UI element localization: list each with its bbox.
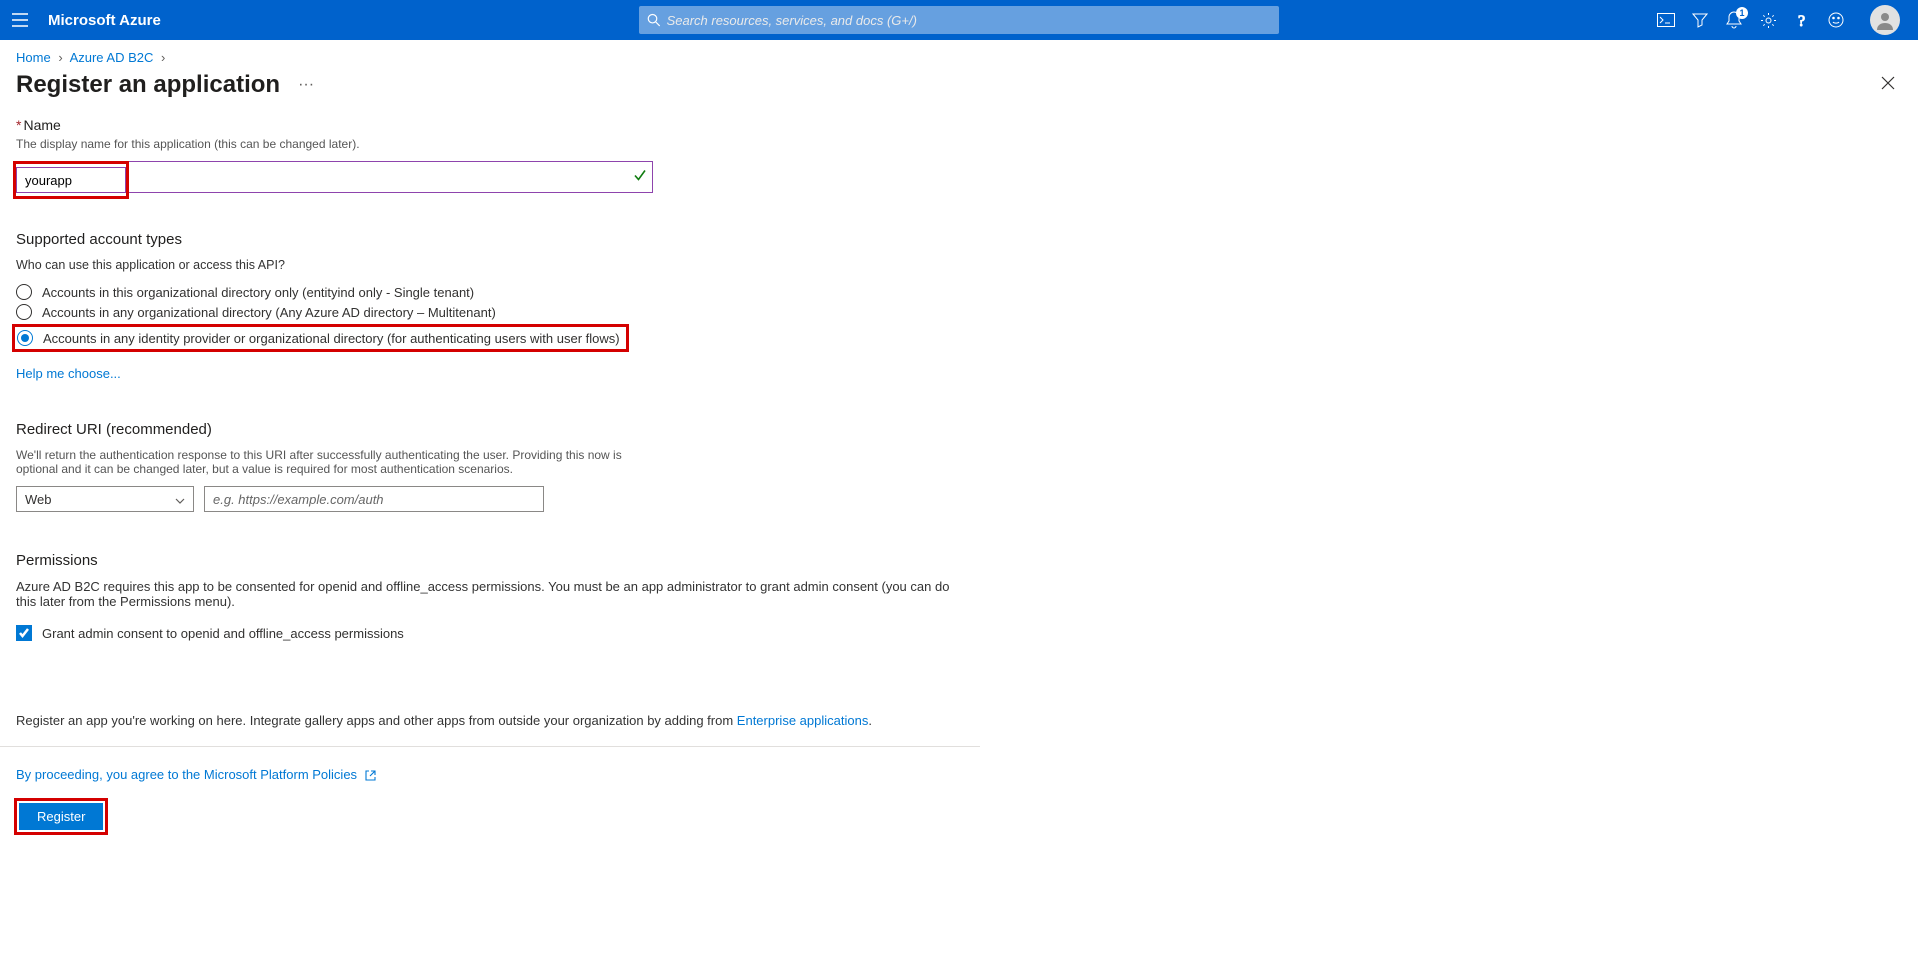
- external-link-icon: [365, 770, 376, 781]
- redirect-uri-input[interactable]: [204, 486, 544, 512]
- account-types-heading: Supported account types: [16, 231, 964, 248]
- svg-text:?: ?: [1798, 13, 1805, 28]
- hamburger-menu[interactable]: [0, 0, 40, 40]
- name-hint: The display name for this application (t…: [16, 137, 964, 151]
- register-button[interactable]: Register: [19, 803, 103, 830]
- platform-value: Web: [25, 492, 52, 507]
- highlight-radio-idp: Accounts in any identity provider or org…: [12, 324, 629, 352]
- breadcrumb: Home › Azure AD B2C ›: [0, 40, 1918, 65]
- page-header: Register an application ···: [0, 65, 1918, 117]
- enterprise-apps-link[interactable]: Enterprise applications: [737, 713, 869, 728]
- header-icons: 1 ?: [1656, 5, 1900, 35]
- brand-label: Microsoft Azure: [48, 12, 161, 29]
- form-body: *Name The display name for this applicat…: [0, 117, 980, 851]
- more-actions-icon[interactable]: ···: [298, 76, 314, 94]
- radio-multitenant[interactable]: Accounts in any organizational directory…: [16, 304, 964, 320]
- cloud-shell-icon[interactable]: [1656, 10, 1676, 30]
- divider: [0, 746, 980, 747]
- search-container: [639, 6, 1279, 34]
- radio-label: Accounts in any identity provider or org…: [43, 331, 620, 346]
- name-label: *Name: [16, 117, 964, 133]
- radio-any-idp[interactable]: Accounts in any identity provider or org…: [17, 330, 620, 346]
- app-name-input[interactable]: [16, 167, 126, 193]
- permissions-desc: Azure AD B2C requires this app to be con…: [16, 579, 964, 609]
- radio-single-tenant[interactable]: Accounts in this organizational director…: [16, 284, 964, 300]
- checkbox-label: Grant admin consent to openid and offlin…: [42, 626, 404, 641]
- radio-label: Accounts in any organizational directory…: [42, 305, 496, 320]
- app-name-input-extended[interactable]: [129, 161, 653, 193]
- radio-icon: [16, 284, 32, 300]
- policy-line: By proceeding, you agree to the Microsof…: [16, 767, 964, 782]
- settings-icon[interactable]: [1758, 10, 1778, 30]
- breadcrumb-azure-ad-b2c[interactable]: Azure AD B2C: [70, 50, 154, 65]
- user-avatar[interactable]: [1870, 5, 1900, 35]
- account-types-subheading: Who can use this application or access t…: [16, 258, 964, 272]
- redirect-row: Web: [16, 486, 964, 512]
- platform-policies-link[interactable]: By proceeding, you agree to the Microsof…: [16, 767, 357, 782]
- radio-label: Accounts in this organizational director…: [42, 285, 474, 300]
- notification-badge: 1: [1736, 7, 1748, 19]
- radio-icon-selected: [17, 330, 33, 346]
- permissions-heading: Permissions: [16, 552, 964, 569]
- page-title: Register an application: [16, 71, 280, 99]
- check-icon: [633, 169, 647, 186]
- notifications-icon[interactable]: 1: [1724, 10, 1744, 30]
- help-icon[interactable]: ?: [1792, 10, 1812, 30]
- redirect-hint: We'll return the authentication response…: [16, 448, 656, 476]
- top-header: Microsoft Azure 1 ?: [0, 0, 1918, 40]
- radio-icon: [16, 304, 32, 320]
- checkbox-checked-icon: [16, 625, 32, 641]
- search-input[interactable]: [667, 13, 1271, 28]
- close-blade-button[interactable]: [1874, 69, 1902, 97]
- feedback-icon[interactable]: [1826, 10, 1846, 30]
- platform-select[interactable]: Web: [16, 486, 194, 512]
- redirect-heading: Redirect URI (recommended): [16, 421, 964, 438]
- filter-icon[interactable]: [1690, 10, 1710, 30]
- chevron-right-icon: ›: [161, 50, 165, 65]
- chevron-right-icon: ›: [58, 50, 62, 65]
- admin-consent-checkbox-row[interactable]: Grant admin consent to openid and offlin…: [16, 625, 964, 641]
- breadcrumb-home[interactable]: Home: [16, 50, 51, 65]
- search-icon: [647, 13, 661, 27]
- chevron-down-icon: [175, 492, 185, 507]
- highlight-register-button: Register: [14, 798, 108, 835]
- search-box[interactable]: [639, 6, 1279, 34]
- footnote: Register an app you're working on here. …: [16, 713, 964, 728]
- highlight-name-input: [13, 161, 129, 199]
- help-me-choose-link[interactable]: Help me choose...: [16, 366, 121, 381]
